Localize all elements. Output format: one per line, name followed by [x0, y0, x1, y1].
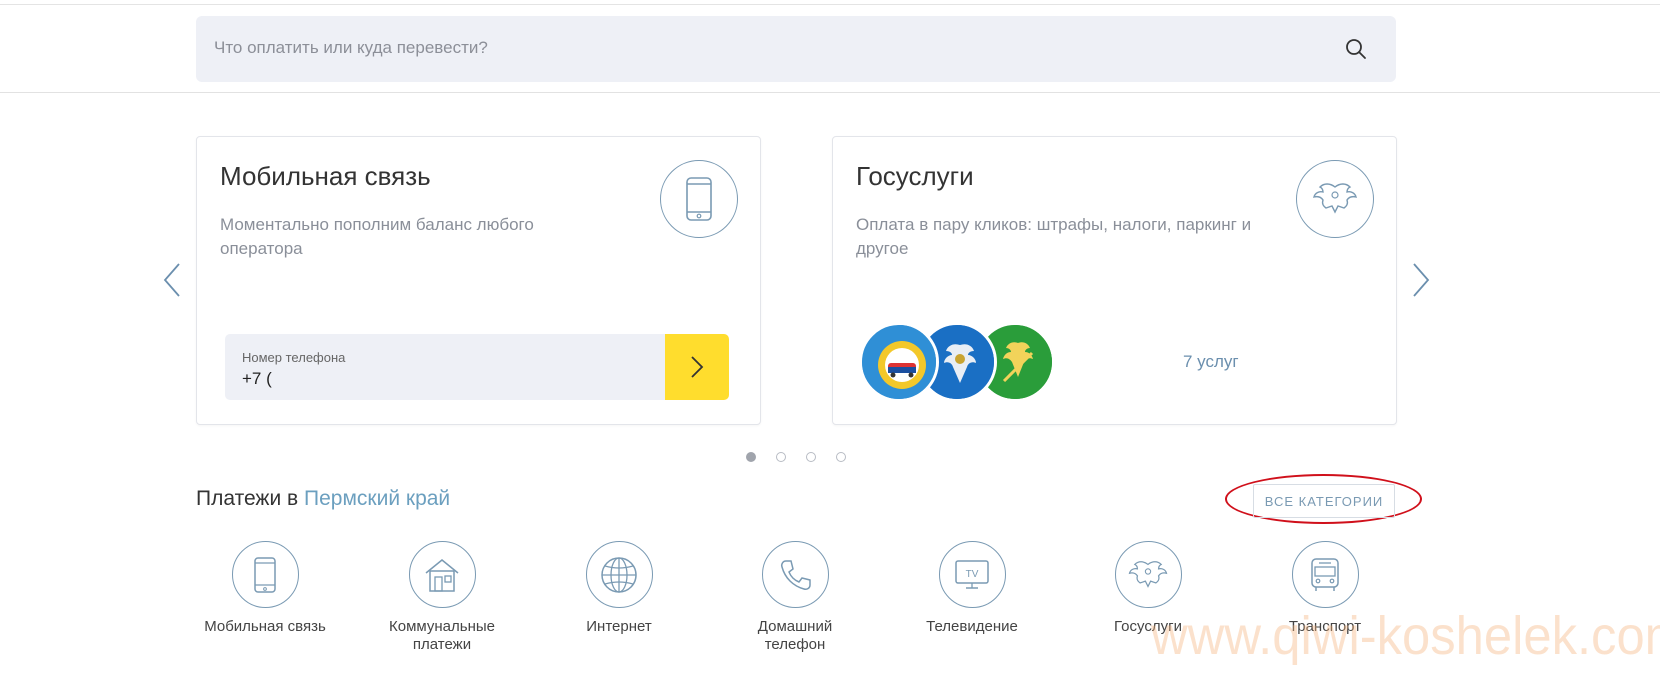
smartphone-icon — [660, 160, 738, 238]
house-icon — [408, 541, 476, 608]
carousel-next-arrow-icon[interactable] — [1411, 262, 1431, 298]
category-home-phone[interactable]: Домашний телефон — [720, 541, 870, 654]
smartphone-icon — [231, 541, 299, 608]
category-utilities[interactable]: Коммунальные платежи — [367, 541, 517, 654]
bus-icon — [1291, 541, 1359, 608]
gosuslugi-card: Госуслуги Оплата в пару кликов: штрафы, … — [832, 136, 1397, 425]
card-description: Оплата в пару кликов: штрафы, налоги, па… — [856, 215, 1252, 258]
search-input[interactable]: Что оплатить или куда перевести? — [196, 16, 1396, 82]
all-categories-button[interactable]: ВСЕ КАТЕГОРИИ — [1253, 484, 1395, 518]
carousel-dot[interactable] — [806, 452, 816, 462]
category-tv[interactable]: TV Телевидение — [897, 541, 1047, 636]
category-mobile[interactable]: Мобильная связь — [190, 541, 340, 636]
search-placeholder: Что оплатить или куда перевести? — [214, 38, 488, 57]
category-label: Телевидение — [926, 618, 1018, 635]
services-count-link[interactable]: 7 услуг — [1183, 352, 1239, 372]
chevron-right-icon — [691, 356, 704, 378]
category-label: Интернет — [586, 618, 652, 635]
region-link[interactable]: Пермский край — [304, 487, 450, 510]
card-description: Моментально пополним баланс любого опера… — [220, 215, 534, 258]
category-label: Мобильная связь — [204, 618, 326, 635]
category-internet[interactable]: Интернет — [544, 541, 694, 636]
site-watermark: www.qiwi-koshelek.com — [1151, 606, 1660, 666]
pay-mobile-button[interactable] — [665, 334, 729, 400]
eagle-emblem-icon — [1296, 160, 1374, 238]
card-title: Мобильная связь — [220, 161, 431, 191]
search-bar: Что оплатить или куда перевести? — [0, 5, 1660, 93]
svg-text:TV: TV — [966, 569, 979, 580]
category-label: Коммунальные платежи — [389, 618, 495, 653]
phone-handset-icon — [761, 541, 829, 608]
globe-icon — [585, 541, 653, 608]
phone-number-input[interactable]: Номер телефона +7 ( — [225, 334, 665, 400]
carousel-dot[interactable] — [776, 452, 786, 462]
mobile-card: Мобильная связь Моментально пополним бал… — [196, 136, 761, 425]
payments-title-prefix: Платежи в — [196, 487, 299, 510]
carousel-prev-arrow-icon[interactable] — [162, 262, 182, 298]
payments-heading: Платежи в Пермский край — [196, 487, 450, 511]
search-icon[interactable] — [1344, 37, 1368, 61]
gibdd-logo — [859, 322, 939, 402]
card-title: Госуслуги — [856, 161, 974, 191]
carousel-dot[interactable] — [836, 452, 846, 462]
tv-icon: TV — [938, 541, 1006, 608]
category-label: Домашний телефон — [757, 618, 833, 653]
carousel-dot[interactable] — [746, 452, 756, 462]
phone-value: +7 ( — [242, 369, 272, 388]
phone-label: Номер телефона — [242, 350, 346, 365]
carousel-pagination — [0, 452, 1660, 464]
eagle-emblem-icon — [1114, 541, 1182, 608]
